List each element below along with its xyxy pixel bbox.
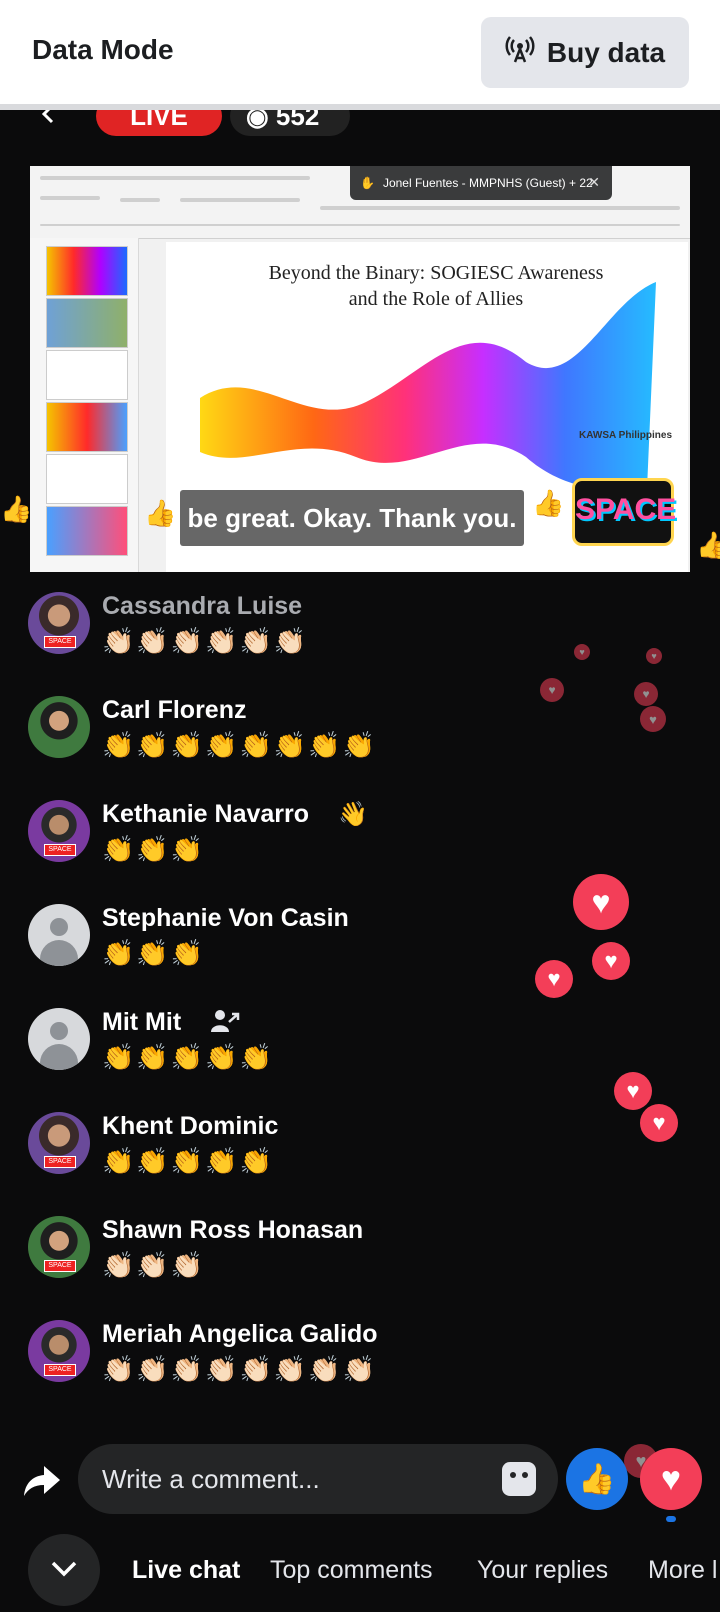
slide-thumbnail bbox=[46, 298, 128, 348]
guest-pill[interactable]: ✋ Jonel Fuentes - MMPNHS (Guest) + 22 ✕ bbox=[350, 166, 612, 200]
comment-item[interactable]: Mit Mit 👏👏👏👏👏 bbox=[0, 996, 720, 1096]
comment-text: 👏👏👏👏👏 bbox=[102, 1042, 274, 1072]
floating-thumbs-emoji: 👍 bbox=[144, 498, 177, 528]
tab-more[interactable]: More l bbox=[648, 1556, 717, 1585]
slide-thumbnail bbox=[46, 506, 128, 556]
thumbs-up-icon: 👍 bbox=[578, 1462, 616, 1496]
space-frame-tag: SPACE bbox=[44, 1156, 76, 1168]
comment-input[interactable]: Write a comment... bbox=[78, 1444, 558, 1514]
floating-heart-icon: ♥ bbox=[574, 644, 590, 660]
commenter-name[interactable]: Stephanie Von Casin bbox=[102, 904, 349, 933]
avatar[interactable]: SPACE bbox=[28, 800, 90, 862]
comment-text: 👏👏👏 bbox=[102, 938, 206, 968]
wave-icon: 👋 bbox=[338, 801, 368, 828]
comment-placeholder: Write a comment... bbox=[102, 1464, 320, 1494]
avatar[interactable]: SPACE bbox=[28, 1112, 90, 1174]
floating-heart-icon: ♥ bbox=[634, 682, 658, 706]
floating-thumbs-emoji: 👍 bbox=[532, 488, 565, 518]
buy-data-label: Buy data bbox=[546, 36, 666, 68]
slide-thumbnail bbox=[46, 402, 128, 452]
new-member-icon bbox=[210, 1008, 240, 1041]
comment-text: 👏👏👏👏👏 bbox=[102, 1146, 274, 1176]
avatar[interactable] bbox=[28, 696, 90, 758]
floating-heart-icon: ♥ bbox=[646, 648, 662, 664]
broadcast-icon bbox=[505, 34, 535, 71]
commenter-name[interactable]: Khent Dominic bbox=[102, 1112, 278, 1141]
floating-thumbs-emoji: 👍 bbox=[696, 530, 720, 560]
buy-data-button[interactable]: Buy data bbox=[481, 17, 689, 88]
floating-thumbs-emoji: 👍 bbox=[0, 494, 33, 524]
guest-pill-text: Jonel Fuentes - MMPNHS (Guest) + 22 bbox=[382, 176, 593, 190]
tab-top-comments[interactable]: Top comments bbox=[270, 1556, 433, 1585]
comment-item[interactable]: Carl Florenz 👏👏👏👏👏👏👏👏 bbox=[0, 684, 720, 784]
comment-text: 👏👏👏👏👏👏👏👏 bbox=[102, 730, 377, 760]
slide-thumbnail bbox=[46, 246, 128, 296]
commenter-name[interactable]: Meriah Angelica Galido bbox=[102, 1320, 378, 1349]
space-frame-tag: SPACE bbox=[44, 1260, 76, 1272]
hand-icon: ✋ bbox=[360, 176, 375, 190]
data-mode-title: Data Mode bbox=[32, 34, 174, 65]
comment-text: 👏🏻👏🏻👏🏻👏🏻👏🏻👏🏻👏🏻👏🏻 bbox=[102, 1354, 377, 1384]
avatar[interactable]: SPACE bbox=[28, 592, 90, 654]
comment-composer: Write a comment... 👍 ♥ bbox=[0, 1440, 720, 1522]
commenter-name[interactable]: Carl Florenz bbox=[102, 696, 246, 725]
comment-item[interactable]: SPACE Cassandra Luise 👏🏻👏🏻👏🏻👏🏻👏🏻👏🏻 bbox=[0, 580, 720, 680]
comment-item[interactable]: SPACE Meriah Angelica Galido 👏🏻👏🏻👏🏻👏🏻👏🏻👏… bbox=[0, 1308, 720, 1408]
space-frame-tag: SPACE bbox=[44, 636, 76, 648]
comment-tabs: Live chat Top comments Your replies More… bbox=[0, 1534, 720, 1608]
slide-thumbnail bbox=[46, 350, 128, 400]
floating-heart-icon: ♥ bbox=[640, 1104, 678, 1142]
chevron-down-icon bbox=[51, 1561, 77, 1577]
commenter-name[interactable]: Shawn Ross Honasan bbox=[102, 1216, 363, 1245]
tab-live-chat[interactable]: Live chat bbox=[132, 1556, 240, 1585]
comment-text: 👏🏻👏🏻👏🏻👏🏻👏🏻👏🏻 bbox=[102, 626, 309, 656]
floating-heart-icon: ♥ bbox=[640, 706, 666, 732]
space-logo: SPACE bbox=[572, 478, 676, 546]
comment-item[interactable]: SPACE Khent Dominic 👏👏👏👏👏 bbox=[0, 1100, 720, 1200]
tab-your-replies[interactable]: Your replies bbox=[477, 1556, 608, 1585]
avatar[interactable]: SPACE bbox=[28, 1320, 90, 1382]
space-frame-tag: SPACE bbox=[44, 1364, 76, 1376]
heart-icon: ♥ bbox=[660, 1459, 682, 1498]
collapse-button[interactable] bbox=[28, 1534, 100, 1606]
slide-footer: KAWSA Philippines bbox=[579, 430, 672, 441]
love-button[interactable]: ♥ bbox=[640, 1448, 702, 1522]
comment-item[interactable]: SPACE Kethanie Navarro 👋 👏👏👏 bbox=[0, 788, 720, 888]
avatar[interactable]: SPACE bbox=[28, 1216, 90, 1278]
close-icon[interactable]: ✕ bbox=[588, 174, 600, 191]
floating-heart-icon: ♥ bbox=[573, 874, 629, 930]
comment-item[interactable]: SPACE Shawn Ross Honasan 👏🏻👏🏻👏🏻 bbox=[0, 1204, 720, 1304]
floating-heart-icon: ♥ bbox=[614, 1072, 652, 1110]
slide-thumbnails bbox=[30, 238, 139, 572]
floating-heart-icon: ♥ bbox=[592, 942, 630, 980]
floating-heart-icon: ♥ bbox=[540, 678, 564, 702]
like-button[interactable]: 👍 bbox=[566, 1448, 628, 1510]
avatar[interactable] bbox=[28, 904, 90, 966]
commenter-name[interactable]: Cassandra Luise bbox=[102, 592, 302, 621]
slide-thumbnail bbox=[46, 454, 128, 504]
data-mode-bar: Data Mode Buy data bbox=[0, 0, 720, 110]
commenter-name[interactable]: Kethanie Navarro bbox=[102, 800, 309, 829]
space-frame-tag: SPACE bbox=[44, 844, 76, 856]
commenter-name[interactable]: Mit Mit bbox=[102, 1008, 181, 1037]
comment-text: 👏👏👏 bbox=[102, 834, 206, 864]
comment-text: 👏🏻👏🏻👏🏻 bbox=[102, 1250, 206, 1280]
live-caption: be great. Okay. Thank you. bbox=[180, 490, 524, 546]
sticker-icon[interactable] bbox=[502, 1462, 536, 1496]
floating-heart-icon: ♥ bbox=[535, 960, 573, 998]
avatar[interactable] bbox=[28, 1008, 90, 1070]
share-icon[interactable] bbox=[22, 1464, 62, 1498]
